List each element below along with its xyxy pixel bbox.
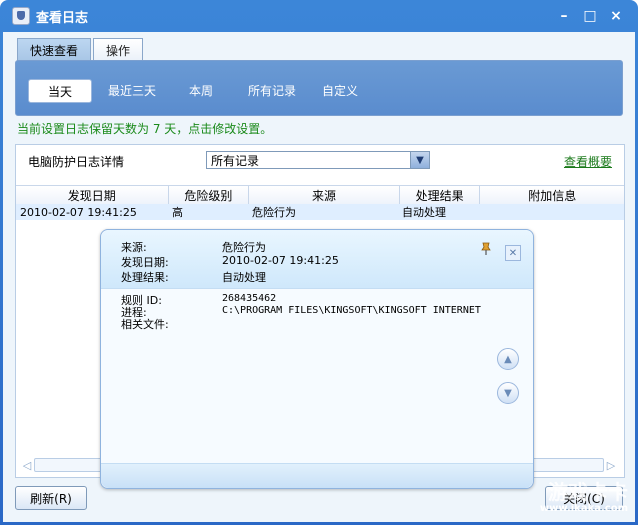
maximize-button[interactable]: □ <box>582 8 598 24</box>
tab-quick-view[interactable]: 快速查看 <box>17 38 92 61</box>
chevron-down-icon: ▼ <box>504 387 512 399</box>
date-label: 发现日期: <box>121 256 169 269</box>
column-header[interactable]: 危险级别 <box>169 186 250 204</box>
title-bar[interactable]: 查看日志 – □ × <box>0 0 638 32</box>
close-icon: × <box>610 8 622 24</box>
retention-notice-link[interactable]: 当前设置日志保留天数为 7 天，点击修改设置。 <box>17 120 272 137</box>
result-label: 处理结果: <box>121 271 169 284</box>
scroll-left-icon[interactable]: ◁ <box>20 458 34 472</box>
table-cell: 2010-02-07 19:41:25 <box>20 205 137 219</box>
watermark-url: www.ikaka.com <box>539 503 628 514</box>
range-today-button[interactable]: 当天 <box>28 79 92 103</box>
related-files-label: 相关文件: <box>121 318 169 331</box>
range-all-records-button[interactable]: 所有记录 <box>240 79 304 101</box>
refresh-button[interactable]: 刷新(R) <box>15 486 87 510</box>
range-last-3-days-button[interactable]: 最近三天 <box>100 79 164 101</box>
tab-operations[interactable]: 操作 <box>93 38 144 61</box>
range-toolbar: 当天 最近三天 本周 所有记录 自定义 <box>15 60 623 116</box>
column-header[interactable]: 附加信息 <box>480 186 624 204</box>
chevron-up-icon: ▲ <box>504 353 512 365</box>
rule-id-value: 268435462 <box>222 293 277 304</box>
minimize-button[interactable]: – <box>556 8 572 24</box>
column-header[interactable]: 来源 <box>249 186 400 204</box>
table-cell: 自动处理 <box>402 206 446 219</box>
detail-popup: 来源: 危险行为 发现日期: 2010-02-07 19:41:25 处理结果:… <box>100 229 534 489</box>
window-title: 查看日志 <box>36 10 89 26</box>
table-cell <box>478 204 622 220</box>
chevron-down-icon[interactable]: ▼ <box>410 152 429 168</box>
column-header[interactable]: 处理结果 <box>400 186 481 204</box>
column-header[interactable]: 发现日期 <box>16 186 169 204</box>
watermark-logo: 游戏卡卡 www.ikaka.com <box>508 476 628 516</box>
source-label: 来源: <box>121 241 147 254</box>
range-this-week-button[interactable]: 本周 <box>176 79 226 101</box>
shield-icon <box>12 7 30 25</box>
popup-close-icon[interactable]: ✕ <box>505 245 521 261</box>
result-value: 自动处理 <box>222 271 266 284</box>
table-cell: 危险行为 <box>252 206 296 219</box>
window-controls: – □ × <box>556 8 624 24</box>
date-value: 2010-02-07 19:41:25 <box>222 254 339 267</box>
scroll-down-button[interactable]: ▼ <box>497 382 519 404</box>
log-viewer-window: 查看日志 – □ × 快速查看 操作 当天 最近三天 本周 所有记录 自定义 当… <box>0 0 638 525</box>
select-value: 所有记录 <box>211 153 260 168</box>
scroll-right-icon[interactable]: ▷ <box>604 458 618 472</box>
view-summary-link[interactable]: 查看概要 <box>564 153 612 170</box>
source-value: 危险行为 <box>222 241 266 254</box>
scroll-up-button[interactable]: ▲ <box>497 348 519 370</box>
watermark-text: 游戏卡卡 <box>548 480 628 504</box>
table-cell: 高 <box>172 206 183 219</box>
panel-label: 电脑防护日志详情 <box>28 155 125 169</box>
tab-strip: 快速查看 操作 <box>17 38 144 61</box>
popup-footer <box>101 463 533 488</box>
table-header: 发现日期 危险级别 来源 处理结果 附加信息 <box>16 185 624 205</box>
minimize-icon: – <box>560 8 568 24</box>
range-custom-button[interactable]: 自定义 <box>314 79 366 101</box>
pin-icon[interactable] <box>479 242 493 256</box>
process-value: C:\PROGRAM FILES\KINGSOFT\KINGSOFT INTER… <box>222 305 481 316</box>
table-row[interactable]: 2010-02-07 19:41:25 高 危险行为 自动处理 <box>16 204 624 220</box>
close-window-button[interactable]: × <box>608 8 624 24</box>
record-filter-select[interactable]: 所有记录 ▼ <box>206 151 430 169</box>
maximize-icon: □ <box>583 8 597 24</box>
